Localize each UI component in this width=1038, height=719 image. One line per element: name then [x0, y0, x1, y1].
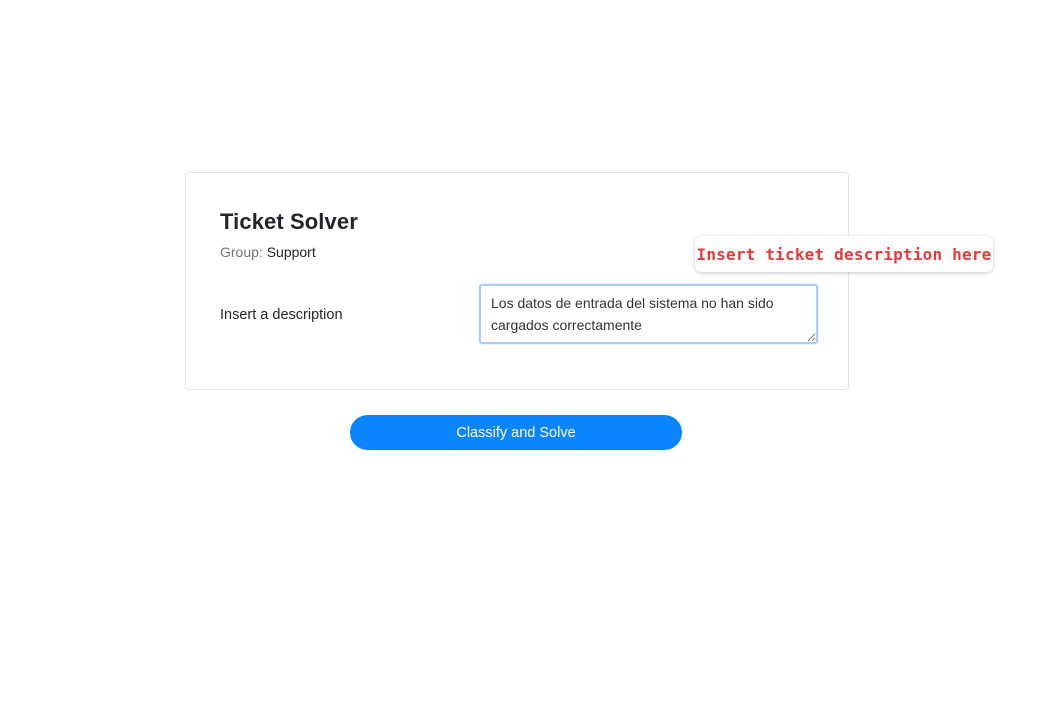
- group-info: Group: Support: [220, 244, 316, 260]
- annotation-text: Insert ticket description here: [696, 244, 992, 264]
- page-title: Ticket Solver: [220, 209, 358, 234]
- annotation-callout: Insert ticket description here: [695, 236, 993, 272]
- group-label: Group:: [220, 244, 263, 260]
- ticket-form-card: Ticket Solver Group: Support Insert a de…: [185, 172, 849, 390]
- page: Ticket Solver Group: Support Insert a de…: [0, 0, 1038, 719]
- group-value: Support: [266, 244, 316, 260]
- description-label: Insert a description: [220, 307, 343, 323]
- classify-and-solve-button[interactable]: Classify and Solve: [350, 415, 682, 450]
- description-textarea[interactable]: Los datos de entrada del sistema no han …: [479, 284, 818, 344]
